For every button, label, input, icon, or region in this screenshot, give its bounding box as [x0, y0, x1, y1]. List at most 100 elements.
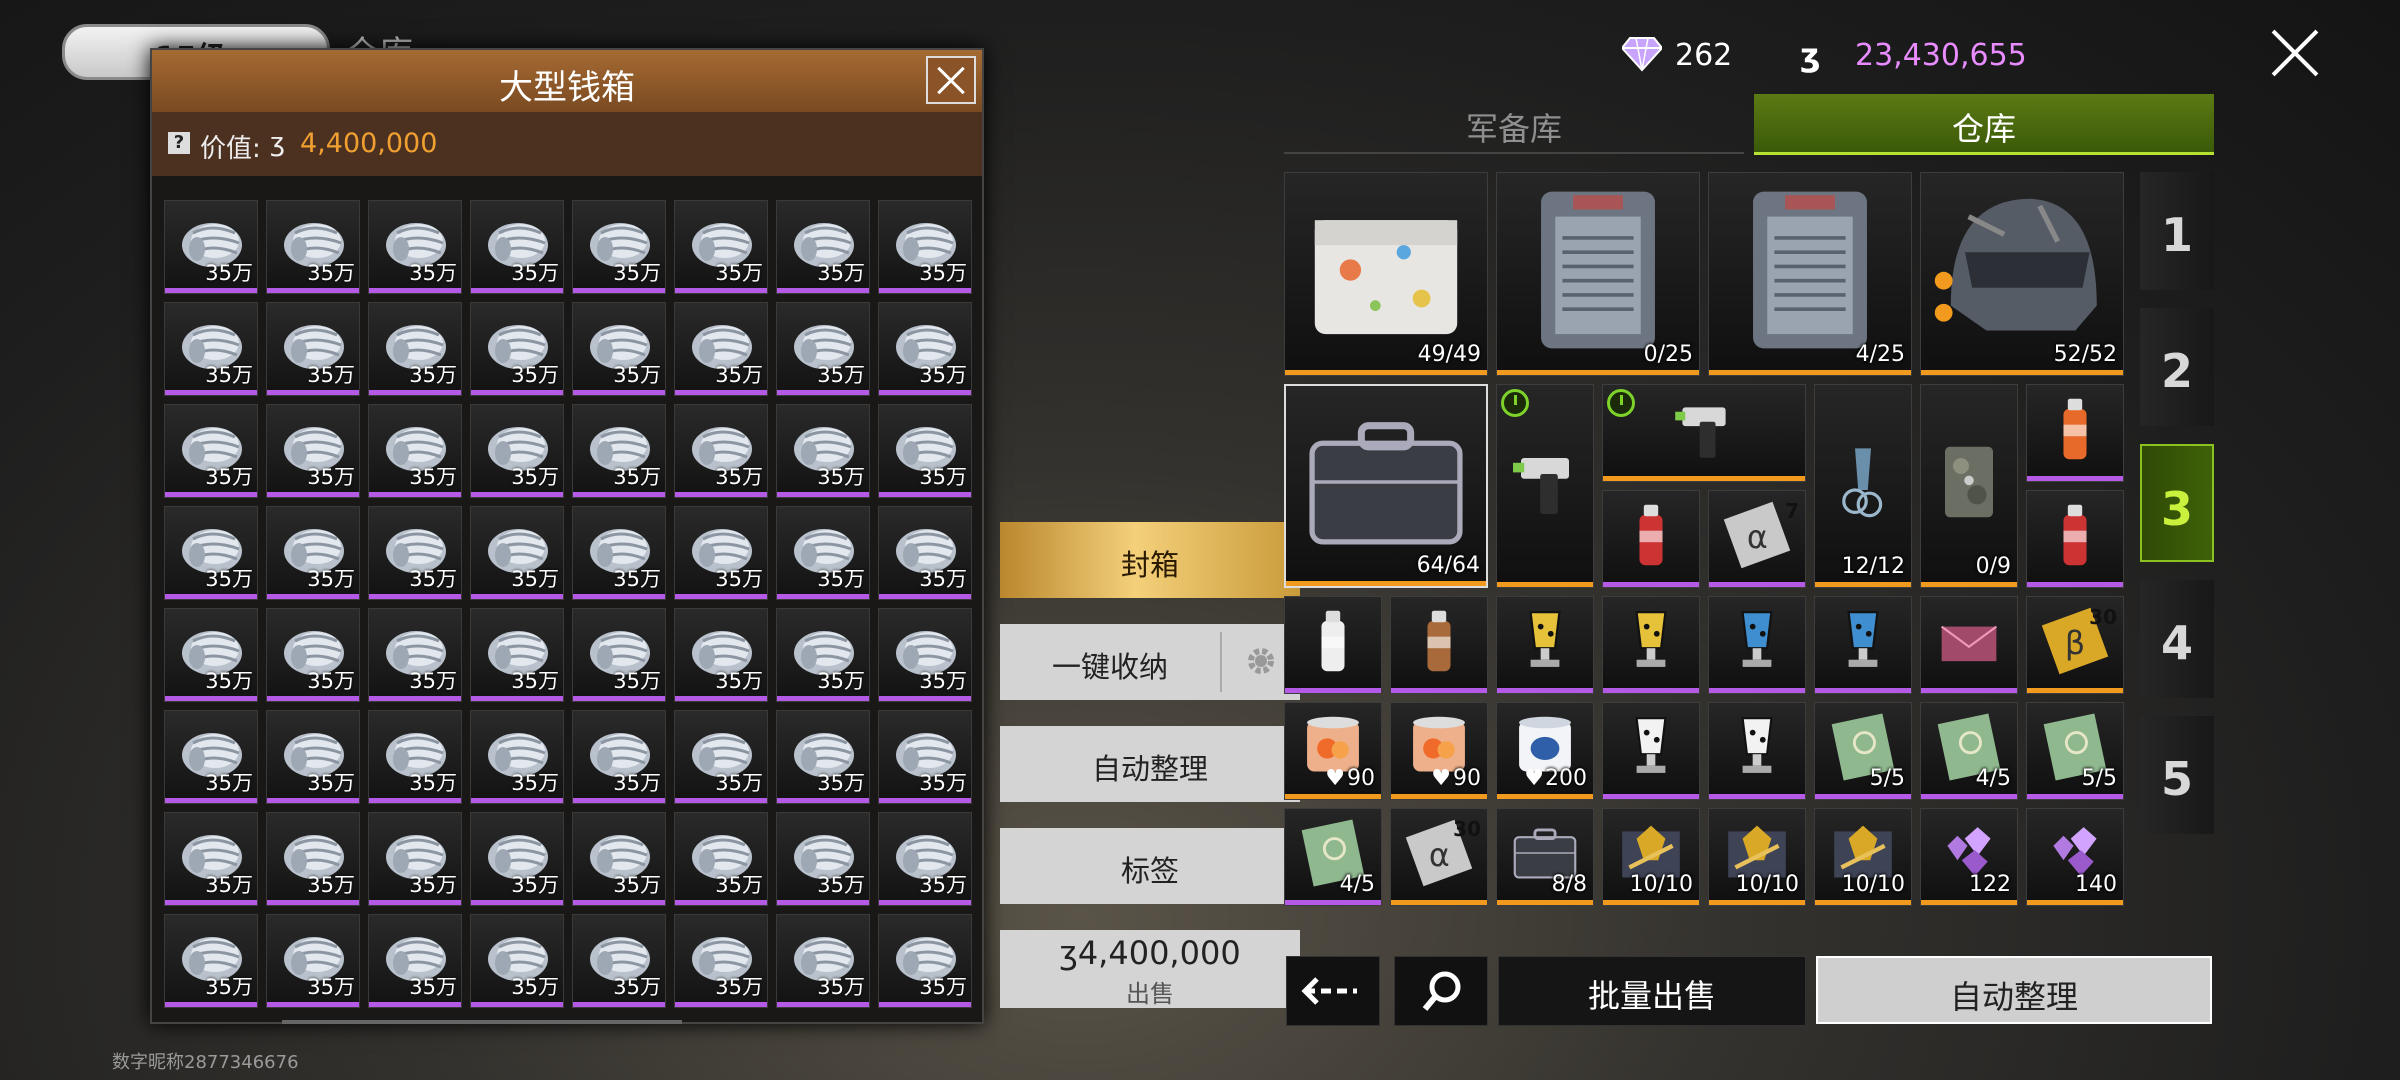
sell-button[interactable]: ʒ4,400,000 出售 — [1000, 930, 1300, 1008]
cash-roll-slot[interactable]: 35万 — [572, 506, 666, 600]
cash-roll-slot[interactable]: 35万 — [878, 812, 972, 906]
cash-roll-slot[interactable]: 35万 — [674, 914, 768, 1008]
cash-roll-slot[interactable]: 35万 — [470, 302, 564, 396]
cash-roll-slot[interactable]: 35万 — [470, 200, 564, 294]
inventory-item-nail-gun-b[interactable] — [1602, 384, 1806, 482]
cash-roll-slot[interactable]: 35万 — [674, 608, 768, 702]
inventory-item-trophy-blue-a[interactable] — [1708, 596, 1806, 694]
inventory-item-black-case[interactable]: 8/8 — [1496, 808, 1594, 906]
inventory-item-alpha-card-30[interactable]: α 30 — [1390, 808, 1488, 906]
cash-roll-slot[interactable]: 35万 — [776, 812, 870, 906]
inventory-item-trophy-yellow-a[interactable] — [1496, 596, 1594, 694]
cash-roll-slot[interactable]: 35万 — [878, 404, 972, 498]
inventory-item-spray-bronze[interactable] — [1390, 596, 1488, 694]
auto-sort-button[interactable]: 自动整理 — [1816, 956, 2212, 1024]
inventory-item-spray-white[interactable] — [1284, 596, 1382, 694]
inventory-item-green-card-c[interactable]: 5/5 — [2026, 702, 2124, 800]
page-button-4[interactable]: 4 — [2140, 580, 2214, 698]
cash-roll-slot[interactable]: 35万 — [674, 812, 768, 906]
auto-arrange-box-button[interactable]: 自动整理 — [1000, 726, 1300, 802]
cash-roll-slot[interactable]: 35万 — [164, 200, 258, 294]
cash-roll-slot[interactable]: 35万 — [470, 506, 564, 600]
cash-roll-slot[interactable]: 35万 — [368, 404, 462, 498]
cash-roll-slot[interactable]: 35万 — [368, 710, 462, 804]
cash-roll-slot[interactable]: 35万 — [368, 302, 462, 396]
cash-roll-slot[interactable]: 35万 — [266, 200, 360, 294]
cash-roll-slot[interactable]: 35万 — [266, 914, 360, 1008]
bulk-sell-button[interactable]: 批量出售 — [1498, 956, 1806, 1026]
cash-roll-slot[interactable]: 35万 — [164, 608, 258, 702]
tag-button[interactable]: 标签 — [1000, 828, 1300, 904]
cash-roll-slot[interactable]: 35万 — [470, 812, 564, 906]
cash-roll-slot[interactable]: 35万 — [776, 506, 870, 600]
cash-roll-slot[interactable]: 35万 — [776, 608, 870, 702]
inventory-item-envelope[interactable] — [1920, 596, 2018, 694]
cash-roll-slot[interactable]: 35万 — [878, 506, 972, 600]
inventory-item-trophy-white-a[interactable] — [1602, 702, 1700, 800]
cash-roll-slot[interactable]: 35万 — [776, 710, 870, 804]
cash-roll-slot[interactable]: 35万 — [164, 302, 258, 396]
cash-roll-slot[interactable]: 35万 — [776, 302, 870, 396]
inventory-item-green-card-b[interactable]: 4/5 — [1920, 702, 2018, 800]
cash-roll-slot[interactable]: 35万 — [776, 200, 870, 294]
cash-roll-slot[interactable]: 35万 — [572, 710, 666, 804]
cash-roll-slot[interactable]: 35万 — [164, 710, 258, 804]
inventory-item-carabiner-keychain[interactable]: 12/12 — [1814, 384, 1912, 588]
gear-icon[interactable] — [1244, 644, 1278, 678]
cash-roll-slot[interactable]: 35万 — [572, 608, 666, 702]
cash-roll-slot[interactable]: 35万 — [368, 506, 462, 600]
cash-roll-slot[interactable]: 35万 — [572, 914, 666, 1008]
inventory-item-spray-can-red-2[interactable] — [2026, 490, 2124, 588]
one-click-stash-button[interactable]: 一键收纳 — [1000, 624, 1300, 700]
inventory-item-green-card-d[interactable]: 4/5 — [1284, 808, 1382, 906]
inventory-item-steel-locker-b[interactable]: 4/25 — [1708, 172, 1912, 376]
cash-roll-slot[interactable]: 35万 — [164, 812, 258, 906]
cash-roll-slot[interactable]: 35万 — [878, 200, 972, 294]
page-button-5[interactable]: 5 — [2140, 716, 2214, 834]
cash-roll-slot[interactable]: 35万 — [368, 914, 462, 1008]
cash-roll-slot[interactable]: 35万 — [674, 302, 768, 396]
cash-roll-slot[interactable]: 35万 — [164, 404, 258, 498]
inventory-item-alpha-card-7[interactable]: α7 — [1708, 490, 1806, 588]
cash-roll-slot[interactable]: 35万 — [572, 812, 666, 906]
cash-roll-slot[interactable]: 35万 — [368, 608, 462, 702]
cash-roll-slot[interactable]: 35万 — [164, 914, 258, 1008]
inventory-item-spray-can-red[interactable] — [1602, 490, 1700, 588]
cash-roll-slot[interactable]: 35万 — [572, 302, 666, 396]
cash-roll-slot[interactable]: 35万 — [776, 404, 870, 498]
cash-roll-slot[interactable]: 35万 — [776, 914, 870, 1008]
inventory-item-camo-wallet[interactable]: 0/9 — [1920, 384, 2018, 588]
page-button-2[interactable]: 2 — [2140, 308, 2214, 426]
inventory-item-gold-emblem-a[interactable]: 10/10 — [1602, 808, 1700, 906]
inventory-item-spray-can-orange[interactable] — [2026, 384, 2124, 482]
cash-roll-slot[interactable]: 35万 — [164, 506, 258, 600]
inventory-item-nail-gun-a[interactable] — [1496, 384, 1594, 588]
tab-warehouse[interactable]: 仓库 — [1754, 94, 2214, 155]
inventory-item-milk-can[interactable]: ♥ 200 — [1496, 702, 1594, 800]
cash-roll-slot[interactable]: 35万 — [878, 608, 972, 702]
inventory-item-purple-gems-b[interactable]: 140 — [2026, 808, 2124, 906]
cash-roll-slot[interactable]: 35万 — [266, 506, 360, 600]
close-icon[interactable] — [2268, 26, 2322, 80]
seal-box-button[interactable]: 封箱 — [1000, 522, 1300, 598]
cash-roll-slot[interactable]: 35万 — [266, 812, 360, 906]
inventory-item-trophy-blue-b[interactable] — [1814, 596, 1912, 694]
inventory-item-steel-locker-a[interactable]: 0/25 — [1496, 172, 1700, 376]
inventory-item-beta-card-30[interactable]: β 30 — [2026, 596, 2124, 694]
cash-roll-slot[interactable]: 35万 — [470, 608, 564, 702]
cash-roll-slot[interactable]: 35万 — [266, 710, 360, 804]
cash-roll-slot[interactable]: 35万 — [674, 506, 768, 600]
cash-roll-slot[interactable]: 35万 — [674, 200, 768, 294]
search-button[interactable] — [1394, 956, 1488, 1026]
cash-roll-slot[interactable]: 35万 — [674, 710, 768, 804]
inventory-item-gold-emblem-c[interactable]: 10/10 — [1814, 808, 1912, 906]
cash-roll-slot[interactable]: 35万 — [878, 914, 972, 1008]
page-button-1[interactable]: 1 — [2140, 172, 2214, 290]
back-button[interactable] — [1286, 956, 1380, 1026]
cash-roll-slot[interactable]: 35万 — [470, 710, 564, 804]
cash-roll-slot[interactable]: 35万 — [878, 710, 972, 804]
cash-roll-slot[interactable]: 35万 — [470, 914, 564, 1008]
inventory-item-green-card-a[interactable]: 5/5 — [1814, 702, 1912, 800]
inventory-item-hard-case[interactable]: 64/64 — [1284, 384, 1488, 588]
cash-roll-slot[interactable]: 35万 — [572, 404, 666, 498]
